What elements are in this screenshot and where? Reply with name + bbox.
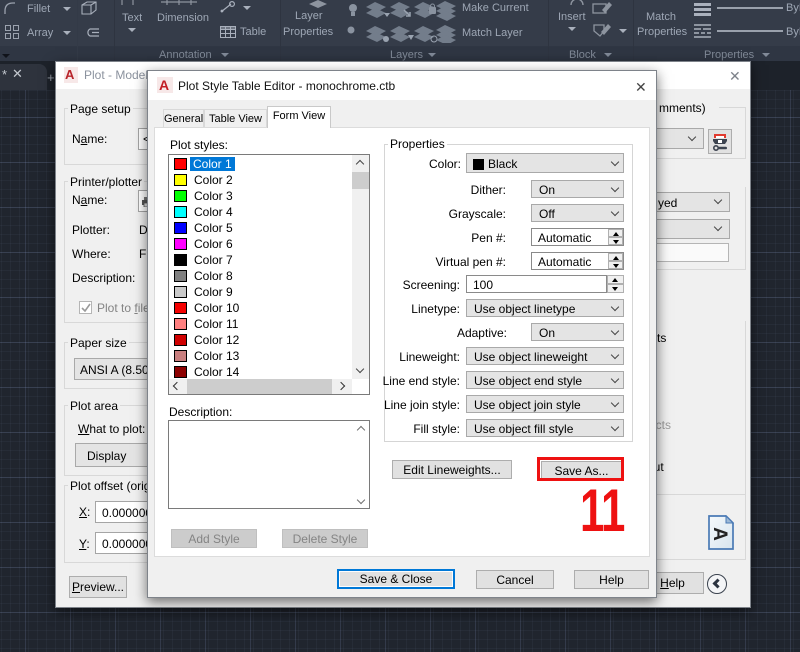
svg-text:A: A: [709, 527, 730, 541]
